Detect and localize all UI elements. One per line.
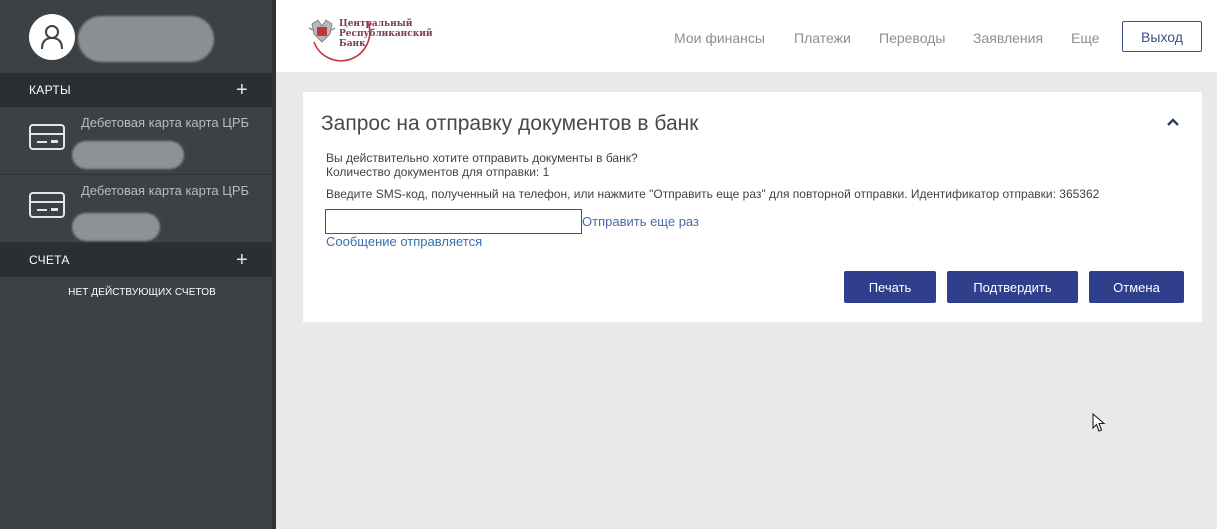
top-header: Центральный Республиканский Банк Мои фин…: [276, 0, 1217, 72]
sidebar: КАРТЫ + Дебетовая карта карта ЦРБ Дебето…: [0, 0, 276, 529]
profile-area: [0, 0, 276, 73]
document-count: Количество документов для отправки: 1: [326, 165, 550, 179]
accounts-section-header: СЧЕТА +: [0, 243, 276, 277]
cancel-button[interactable]: Отмена: [1089, 271, 1184, 303]
sending-status: Сообщение отправляется: [326, 234, 483, 249]
no-accounts-label: НЕТ ДЕЙСТВУЮЩИХ СЧЕТОВ: [68, 286, 216, 298]
print-button[interactable]: Печать: [844, 271, 936, 303]
avatar[interactable]: [29, 14, 75, 60]
bank-logo[interactable]: Центральный Республиканский Банк: [304, 10, 454, 64]
panel-title: Запрос на отправку документов в банк: [321, 112, 699, 135]
redacted-card-number: [72, 141, 184, 169]
nav-my-finances[interactable]: Мои финансы: [674, 30, 765, 46]
resend-link[interactable]: Отправить еще раз: [582, 214, 699, 229]
nav-payments[interactable]: Платежи: [794, 30, 851, 46]
nav-applications[interactable]: Заявления: [973, 30, 1043, 46]
user-icon: [41, 25, 63, 50]
redacted-card-number: [72, 213, 160, 241]
sms-code-input[interactable]: [325, 209, 582, 234]
chevron-up-icon[interactable]: [1165, 115, 1181, 129]
card-title: Дебетовая карта карта ЦРБ: [81, 183, 250, 198]
cards-section-header: КАРТЫ +: [0, 73, 276, 107]
card-item[interactable]: Дебетовая карта карта ЦРБ: [0, 175, 276, 243]
redacted-username: [78, 16, 214, 62]
send-documents-panel: Запрос на отправку документов в банк Вы …: [303, 92, 1202, 322]
confirm-question: Вы действительно хотите отправить докуме…: [326, 151, 638, 165]
sms-instruction: Введите SMS-код, полученный на телефон, …: [326, 187, 1100, 201]
accounts-section-label: СЧЕТА: [29, 253, 70, 267]
mouse-cursor-icon: [1092, 413, 1106, 432]
confirm-button[interactable]: Подтвердить: [947, 271, 1078, 303]
card-item[interactable]: Дебетовая карта карта ЦРБ: [0, 107, 276, 175]
add-card-plus-icon[interactable]: +: [236, 80, 248, 100]
bank-name: Центральный Республиканский Банк: [339, 19, 433, 49]
cards-section-label: КАРТЫ: [29, 83, 71, 97]
add-account-plus-icon[interactable]: +: [236, 250, 248, 270]
card-icon: [29, 124, 65, 150]
logout-button[interactable]: Выход: [1122, 21, 1202, 52]
card-icon: [29, 192, 65, 218]
nav-transfers[interactable]: Переводы: [879, 30, 945, 46]
nav-more[interactable]: Еще: [1071, 30, 1100, 46]
card-title: Дебетовая карта карта ЦРБ: [81, 115, 250, 130]
